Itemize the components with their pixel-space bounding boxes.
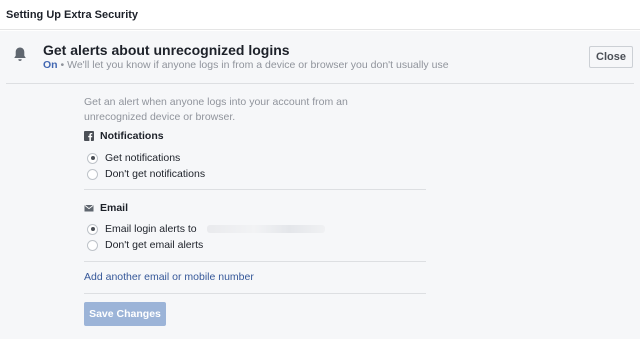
section-subtitle: On • We'll let you know if anyone logs i… [43, 59, 449, 71]
close-button[interactable]: Close [589, 46, 633, 68]
radio-label: Don't get email alerts [105, 239, 204, 251]
login-alerts-panel: Get alerts about unrecognized logins On … [0, 31, 640, 339]
divider [84, 293, 426, 294]
divider [84, 189, 426, 190]
radio-dont-get-notifications[interactable]: Don't get notifications [87, 168, 205, 180]
divider [84, 261, 426, 262]
envelope-icon [84, 205, 94, 212]
facebook-icon [84, 131, 94, 141]
email-heading: Email [84, 202, 128, 214]
divider [6, 83, 634, 84]
dialog-title: Setting Up Extra Security [6, 9, 139, 21]
status-on-label: On [43, 59, 58, 71]
radio-label: Don't get notifications [105, 168, 206, 180]
email-heading-label: Email [100, 202, 129, 214]
radio-button[interactable] [87, 223, 98, 235]
radio-label: Email login alerts to [105, 223, 197, 235]
intro-text: Get an alert when anyone logs into your … [84, 96, 348, 123]
add-email-or-mobile-link[interactable]: Add another email or mobile number [84, 271, 254, 283]
radio-button[interactable] [87, 239, 98, 251]
radio-button[interactable] [87, 152, 98, 164]
radio-email-login-alerts[interactable]: Email login alerts to [87, 223, 325, 235]
radio-label: Get notifications [105, 152, 181, 164]
radio-button[interactable] [87, 168, 98, 180]
bell-icon [14, 47, 26, 61]
notifications-heading-label: Notifications [100, 130, 164, 142]
notifications-heading: Notifications [84, 130, 164, 142]
save-changes-button[interactable]: Save Changes [84, 302, 166, 326]
radio-dont-get-email-alerts[interactable]: Don't get email alerts [87, 239, 203, 251]
section-title: Get alerts about unrecognized logins [43, 42, 290, 58]
dialog-header: Setting Up Extra Security [0, 0, 640, 30]
redacted-email [206, 225, 325, 233]
radio-get-notifications[interactable]: Get notifications [87, 152, 180, 164]
status-description: • We'll let you know if anyone logs in f… [57, 59, 449, 71]
